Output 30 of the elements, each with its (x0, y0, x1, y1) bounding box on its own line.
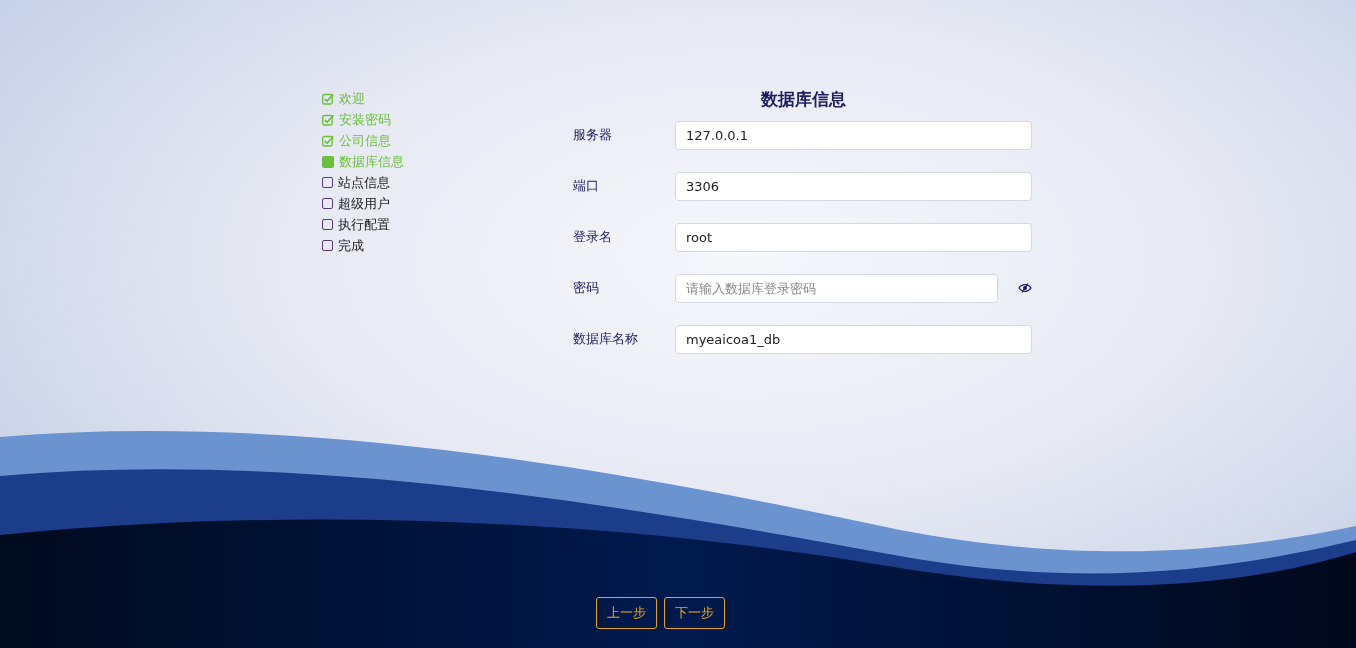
step-label: 超级用户 (338, 194, 390, 213)
checkbox-empty-icon (322, 240, 333, 251)
checkbox-checked-icon (322, 113, 334, 126)
step-label: 公司信息 (339, 131, 391, 150)
checkbox-empty-icon (322, 198, 333, 209)
step-label: 数据库信息 (339, 152, 404, 171)
step-button[interactable]: 上一步 (595, 597, 657, 629)
field-label: 数据库名称 (573, 330, 639, 348)
text-field[interactable]: myeaicoa1_db (675, 324, 1032, 354)
checkbox-checked-icon (322, 92, 334, 105)
step-label: 完成 (338, 236, 364, 255)
checkbox-checked-icon (322, 134, 334, 147)
step-button[interactable]: 下一步 (663, 597, 725, 629)
step-label: 欢迎 (339, 89, 365, 108)
checkbox-empty-icon (322, 219, 333, 230)
field-label: 服务器 (573, 126, 613, 144)
eye-slash-icon[interactable] (1018, 283, 1032, 293)
step-label: 安装密码 (339, 110, 391, 129)
step-label: 执行配置 (338, 215, 390, 234)
field-label: 密码 (573, 279, 600, 297)
text-field[interactable]: root (675, 222, 1032, 252)
field-label: 登录名 (573, 228, 613, 246)
field-label: 端口 (573, 177, 600, 195)
checkbox-empty-icon (322, 177, 333, 188)
password-field[interactable]: 请输入数据库登录密码 (675, 273, 998, 303)
form-title: 数据库信息 (759, 88, 847, 111)
step-label: 站点信息 (338, 173, 390, 192)
current-step-icon (322, 155, 334, 168)
text-field[interactable]: 3306 (675, 171, 1032, 201)
text-field[interactable]: 127.0.0.1 (675, 120, 1032, 150)
